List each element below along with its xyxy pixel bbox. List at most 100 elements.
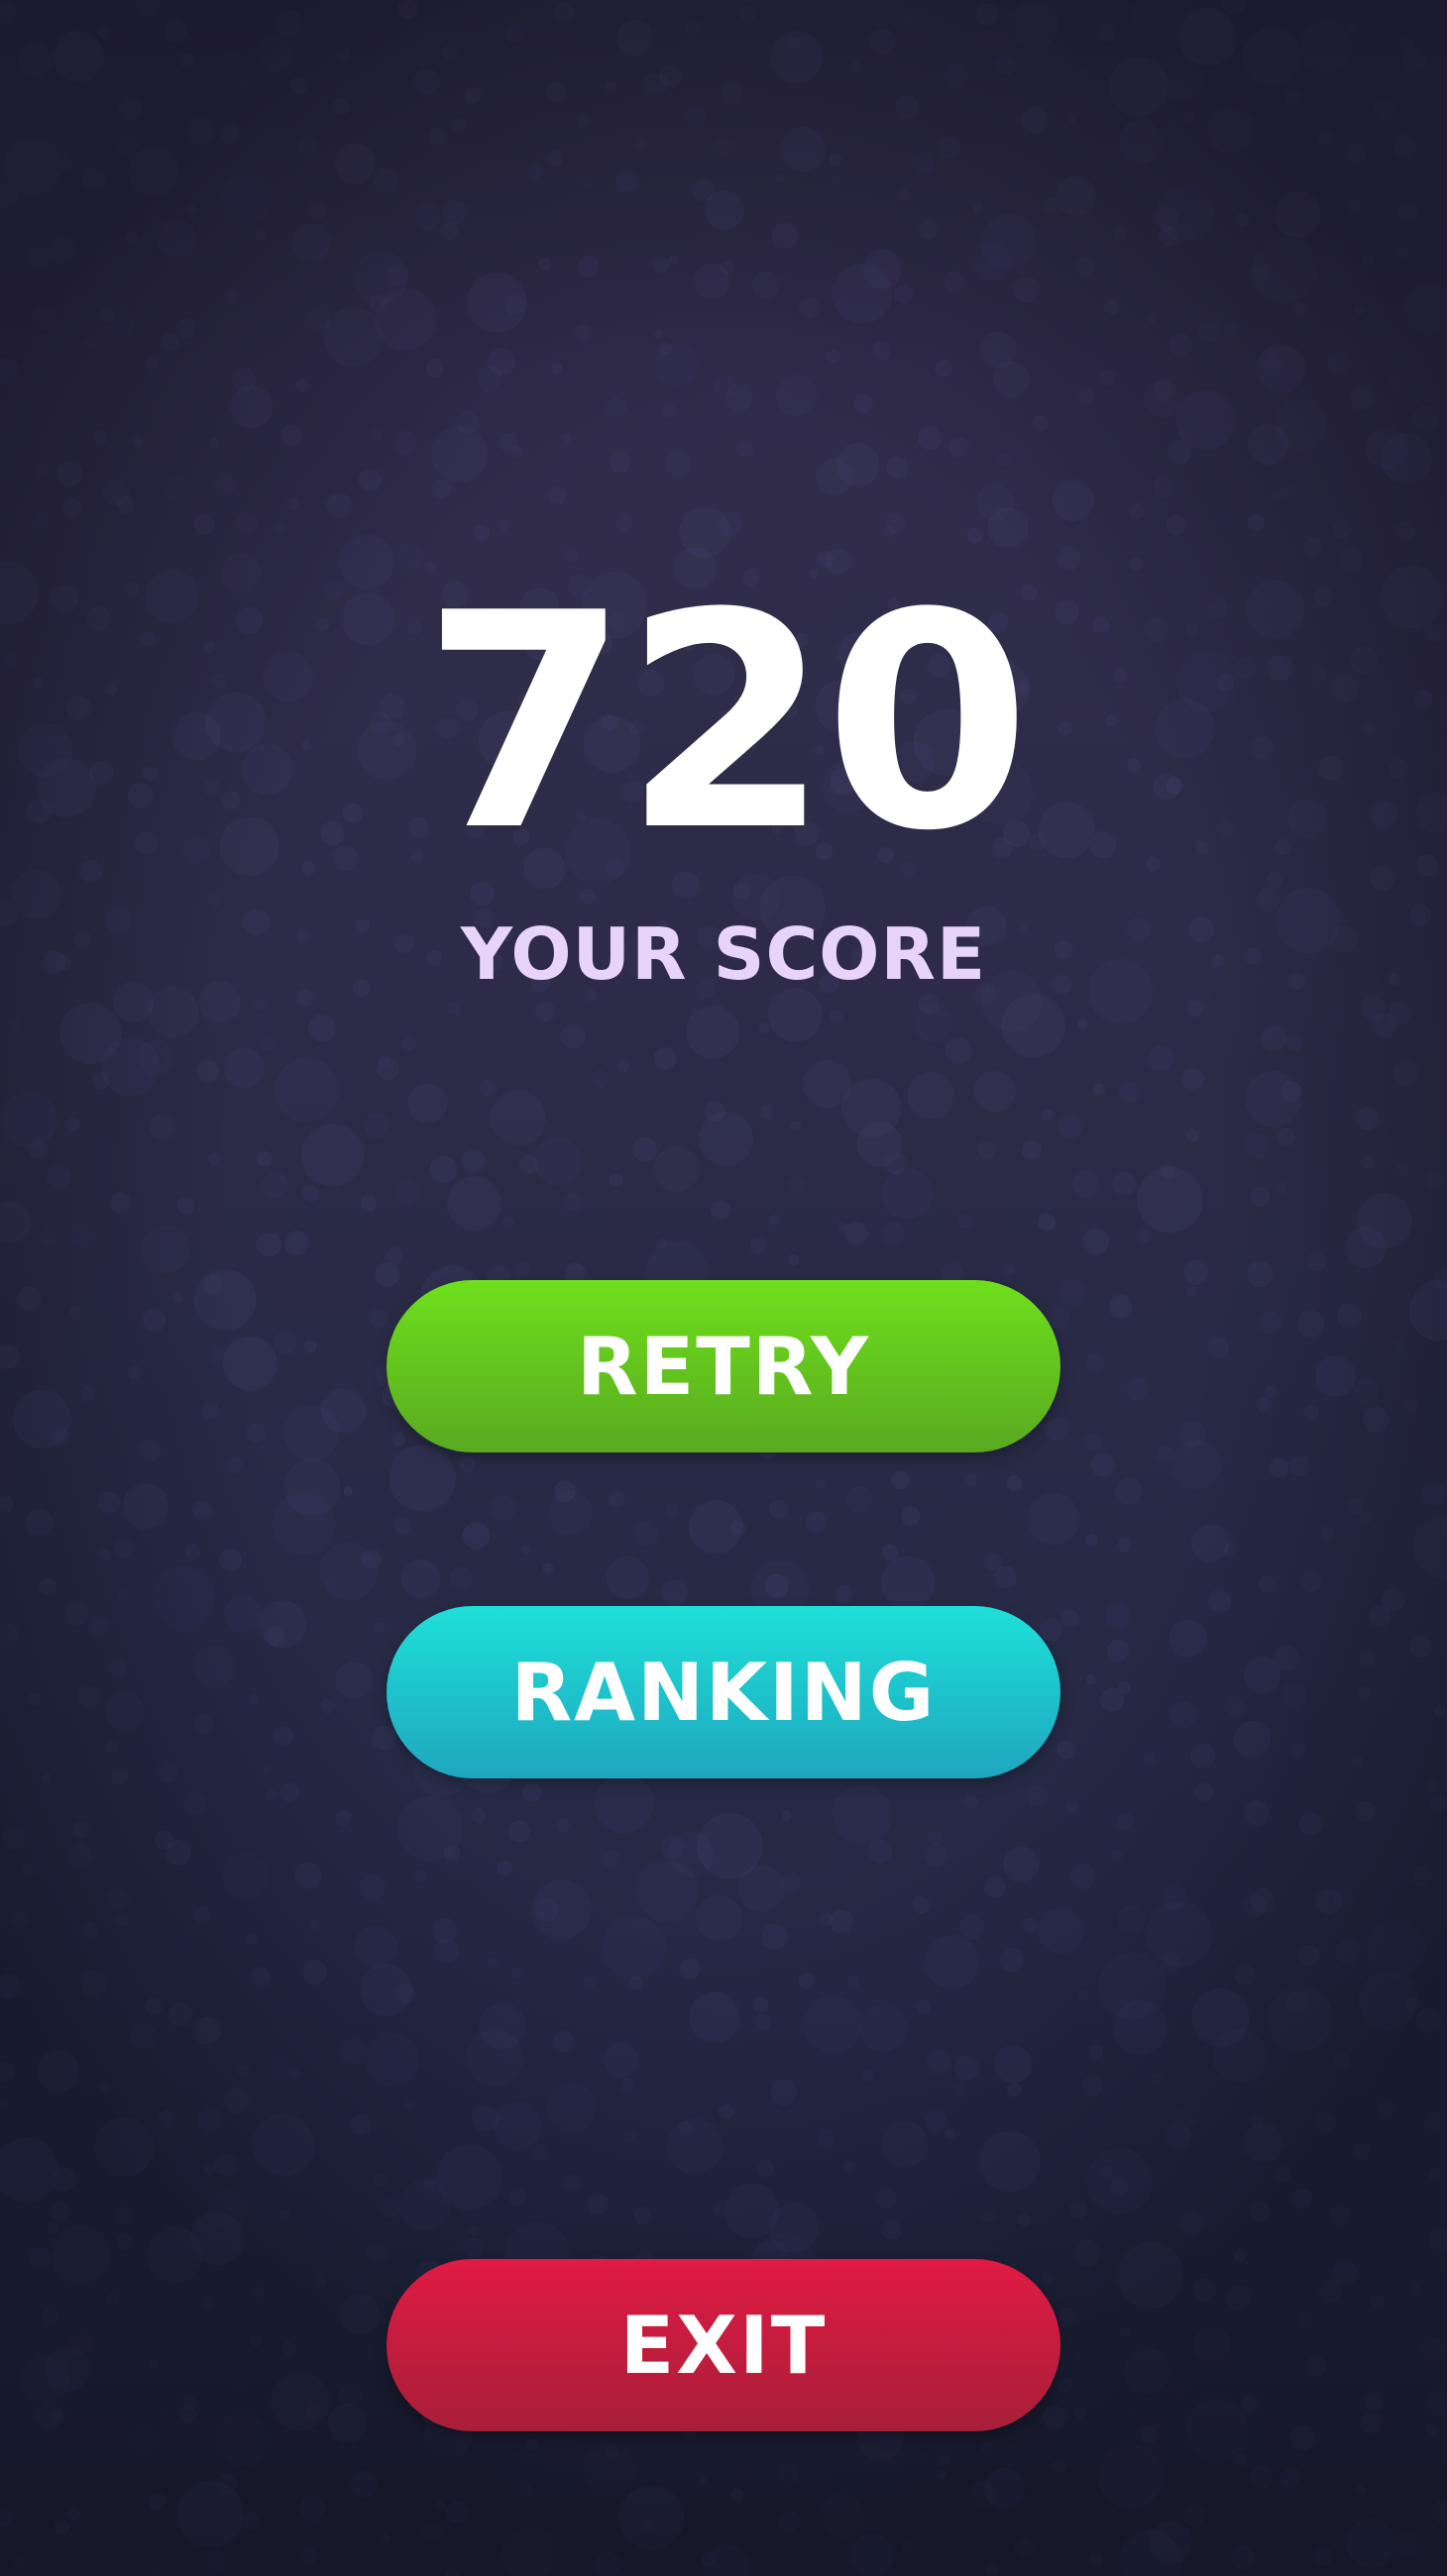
ranking-button[interactable]: RANKING xyxy=(387,1606,1060,1778)
bubble-dot xyxy=(696,1894,742,1942)
bubble-dot xyxy=(275,1057,339,1123)
bubble-dot xyxy=(1331,2259,1358,2286)
bubble-dot xyxy=(1175,389,1236,451)
bubble-dot xyxy=(1166,514,1186,536)
bubble-dot xyxy=(431,479,452,499)
bubble-dot xyxy=(761,1923,788,1951)
bubble-dot xyxy=(0,1201,32,1242)
bubble-dot xyxy=(1360,2412,1382,2433)
bubble-dot xyxy=(392,430,417,456)
bubble-dot xyxy=(1345,22,1357,34)
bubble-dot xyxy=(229,384,274,429)
bubble-dot xyxy=(910,151,935,175)
bubble-dot xyxy=(1186,1000,1204,1018)
bubble-dot xyxy=(1096,24,1115,43)
bubble-dot xyxy=(65,1117,80,1132)
bubble-dot xyxy=(2,1827,26,1850)
bubble-dot xyxy=(397,0,418,19)
bubble-dot xyxy=(504,294,526,316)
bubble-dot xyxy=(829,1909,854,1934)
bubble-dot xyxy=(11,1911,29,1928)
bubble-dot xyxy=(1223,322,1238,336)
bubble-dot xyxy=(777,2462,799,2484)
bubble-dot xyxy=(1003,1263,1015,1275)
bubble-dot xyxy=(653,1146,700,1192)
bubble-dot xyxy=(730,1520,746,1535)
bubble-dot xyxy=(375,288,437,351)
bubble-dot xyxy=(207,1152,222,1166)
bubble-dot xyxy=(199,2297,215,2312)
bubble-dot xyxy=(1298,1812,1322,1836)
bubble-dot xyxy=(1275,398,1327,450)
bubble-dot xyxy=(67,1843,93,1869)
bubble-dot xyxy=(425,359,445,377)
retry-button[interactable]: RETRY xyxy=(387,1280,1060,1452)
bubble-dot xyxy=(730,2488,744,2502)
bubble-dot xyxy=(704,189,744,230)
bubble-dot xyxy=(844,1222,868,1245)
bubble-dot xyxy=(1075,257,1096,277)
bubble-dot xyxy=(255,228,268,241)
bubble-dot xyxy=(605,81,616,93)
bubble-dot xyxy=(1081,2075,1103,2096)
bubble-dot xyxy=(1403,1398,1418,1414)
bubble-dot xyxy=(110,1767,129,1785)
bubble-dot xyxy=(374,1621,387,1634)
bubble-dot xyxy=(291,223,331,263)
bubble-dot xyxy=(1258,1575,1278,1594)
bubble-dot xyxy=(829,1009,844,1024)
bubble-dot xyxy=(1299,21,1353,74)
bubble-dot xyxy=(469,2225,481,2237)
bubble-dot xyxy=(496,1860,513,1877)
bubble-dot xyxy=(286,496,299,509)
bubble-dot xyxy=(1381,432,1432,484)
bubble-dot xyxy=(913,1002,953,1042)
bubble-dot xyxy=(223,1047,265,1089)
bubble-dot xyxy=(577,115,588,127)
bubble-dot xyxy=(294,377,309,392)
bubble-dot xyxy=(654,1047,677,1070)
bubble-dot xyxy=(1269,1457,1289,1478)
bubble-dot xyxy=(1169,1619,1207,1658)
bubble-dot xyxy=(1192,2278,1217,2302)
bubble-dot xyxy=(414,203,442,230)
bubble-dot xyxy=(29,2246,51,2269)
bubble-dot xyxy=(520,1544,531,1555)
bubble-dot xyxy=(434,2499,446,2511)
bubble-dot xyxy=(114,1911,130,1928)
bubble-dot xyxy=(947,436,969,459)
bubble-dot xyxy=(375,1261,400,1287)
bubble-dot xyxy=(421,2522,443,2543)
bubble-dot xyxy=(106,2293,120,2307)
bubble-dot xyxy=(377,1057,399,1081)
bubble-dot xyxy=(1429,2226,1447,2252)
bubble-dot xyxy=(1377,2099,1396,2119)
bubble-dot xyxy=(1116,1812,1135,1831)
bubble-dot xyxy=(1193,1781,1215,1803)
game-over-screen: 720 YOUR SCORE RETRY RANKING EXIT xyxy=(0,0,1447,2576)
exit-button[interactable]: EXIT xyxy=(387,2259,1060,2431)
bubble-dot xyxy=(835,443,880,486)
bubble-dot xyxy=(1143,380,1181,418)
bubble-dot xyxy=(196,1059,220,1083)
bubble-dot xyxy=(308,1014,336,1042)
bubble-dot xyxy=(1364,2392,1385,2412)
bubble-dot xyxy=(527,164,544,181)
bubble-dot xyxy=(985,2562,999,2576)
bubble-dot xyxy=(901,2539,914,2553)
bubble-dot xyxy=(0,2061,15,2083)
bubble-dot xyxy=(179,53,195,68)
bubble-dot xyxy=(556,1818,570,1833)
bubble-dot xyxy=(799,296,821,318)
bubble-dot xyxy=(480,1080,497,1097)
score-label: YOUR SCORE xyxy=(460,912,987,996)
bubble-dot xyxy=(998,452,1012,467)
bubble-dot xyxy=(389,1445,456,1512)
bubble-dot xyxy=(250,2333,264,2347)
bubble-dot xyxy=(925,2110,947,2133)
bubble-dot xyxy=(1345,1227,1387,1268)
bubble-dot xyxy=(407,1083,448,1124)
bubble-dot xyxy=(1261,1025,1287,1051)
bubble-dot xyxy=(1186,1286,1197,1297)
bubble-dot xyxy=(140,1440,162,1461)
